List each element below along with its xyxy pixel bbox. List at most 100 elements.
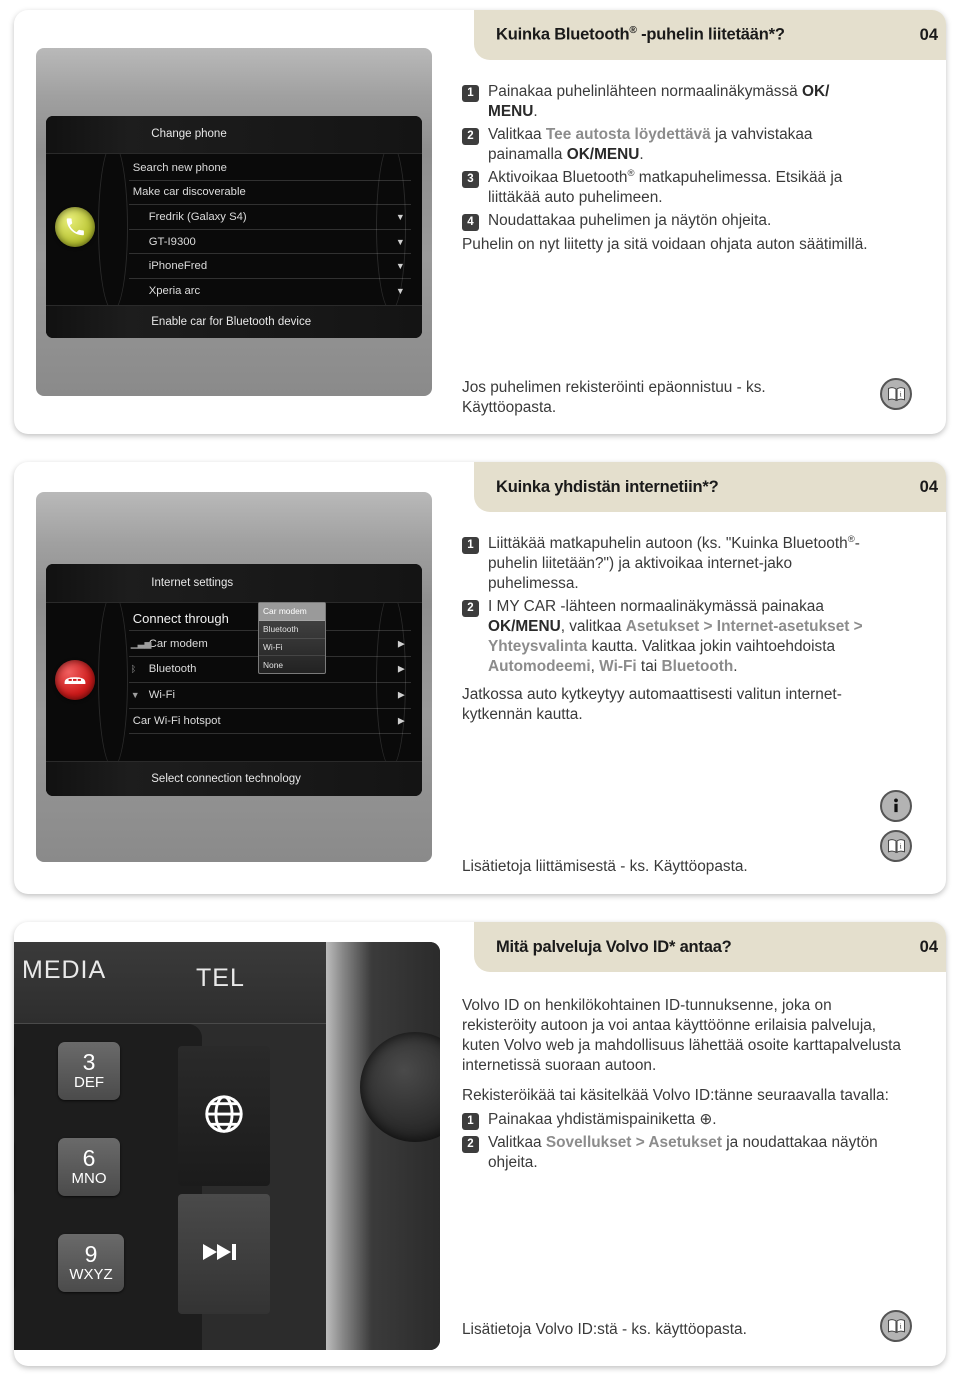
section-title: Kuinka yhdistän internetiin*?	[496, 477, 719, 496]
step-item: 1 Liittäkää matkapuhelin autoon (ks. "Ku…	[462, 534, 884, 594]
step-badge: 2	[462, 128, 479, 146]
next-track-icon	[202, 1241, 246, 1268]
key-number: 9	[84, 1240, 98, 1267]
step-item: 2 Valitkaa Sovellukset > Asetukset ja no…	[462, 1133, 902, 1173]
photo-center-console-keypad: MEDIA TEL 3 DEF 6 MNO 9 WXYZ	[14, 942, 440, 1350]
dropdown-option[interactable]: Bluetooth	[259, 621, 325, 639]
step-badge: 4	[462, 214, 479, 232]
step-item: 4 Noudattakaa puhelimen ja näytön ohjeit…	[462, 211, 882, 232]
step-text: Noudattakaa puhelimen ja näytön ohjeita.	[488, 212, 772, 230]
step-text: Valitkaa Tee autosta löydettävä ja vahvi…	[488, 126, 813, 164]
screen-row[interactable]: GT-I9300 ▼	[128, 230, 411, 255]
key-letters: MNO	[71, 1169, 107, 1187]
step-item: 3 Aktivoikaa Bluetooth® matkapuhelimessa…	[462, 168, 882, 208]
section-paragraph: Rekisteröikää tai käsitelkää Volvo ID:tä…	[462, 1087, 889, 1105]
key-number: 3	[82, 1048, 96, 1075]
bluetooth-icon: ᛒ	[130, 664, 137, 675]
screen-title-internet-settings: Internet settings	[46, 564, 422, 604]
section-header-bluetooth-phone: Kuinka Bluetooth® -puhelin liitetään*? 0…	[474, 10, 946, 60]
dropdown-option[interactable]: None	[259, 656, 325, 673]
manual-page: Kuinka Bluetooth® -puhelin liitetään*? 0…	[0, 0, 960, 1376]
book-info-icon: i	[880, 378, 912, 410]
chevron-right-icon: ▶	[397, 638, 405, 649]
step-item: 2 I MY CAR -lähteen normaalinäkymässä pa…	[462, 597, 884, 677]
section-title-rest: -puhelin liitetään*?	[636, 25, 785, 44]
globe-icon	[201, 1091, 247, 1142]
tel-button-label: TEL	[196, 964, 245, 992]
book-info-icon: i	[880, 830, 912, 862]
section-title: Kuinka Bluetooth® -puhelin liitetään*?	[496, 25, 785, 45]
chevron-down-icon: ▼	[395, 236, 405, 247]
chevron-right-icon: ▶	[397, 689, 405, 700]
step-text: Painakaa puhelinlähteen normaalinäkymäss…	[488, 83, 830, 121]
svg-text:i: i	[899, 390, 901, 398]
photo-internet-settings-screen: Internet settings Connect through ▁▃▅ Ca…	[36, 480, 440, 878]
chevron-right-icon: ▶	[397, 715, 405, 726]
svg-text:i: i	[899, 842, 901, 850]
signal-3g-icon: ▁▃▅	[130, 638, 152, 649]
chevron-down-icon: ▼	[395, 285, 405, 296]
step-badge: 1	[462, 85, 479, 102]
book-info-icon: i	[880, 1310, 912, 1342]
section-body-internet-connect: 1 Liittäkää matkapuhelin autoon (ks. "Ku…	[462, 534, 884, 735]
screen-footer-internet-settings: Select connection technology	[46, 761, 422, 796]
chevron-right-icon: ▶	[397, 663, 405, 674]
chevron-down-icon: ▼	[395, 211, 405, 222]
photo-change-phone-screen: Change phone Search new phone Make car d…	[36, 32, 440, 412]
chapter-number: 04	[919, 477, 938, 496]
screen-footer-change-phone: Enable car for Bluetooth device	[46, 304, 422, 338]
key-letters: DEF	[74, 1073, 104, 1091]
section-paragraph: Jatkossa auto kytkeytyy automaattisesti …	[462, 686, 842, 724]
keypad-key-6[interactable]: 6 MNO	[58, 1138, 120, 1196]
section-header-internet-connect: Kuinka yhdistän internetiin*? 04	[474, 462, 946, 512]
step-badge: 2	[462, 1136, 479, 1154]
screen-row[interactable]: Make car discoverable	[128, 181, 411, 206]
step-text: I MY CAR -lähteen normaalinäkymässä pain…	[488, 598, 863, 676]
step-item: 1 Painakaa yhdistämispainiketta ⊕.	[462, 1110, 902, 1131]
screen-row	[129, 734, 411, 759]
section-card-bluetooth-phone: Kuinka Bluetooth® -puhelin liitetään*? 0…	[14, 10, 946, 434]
dropdown-option[interactable]: Car modem	[259, 603, 325, 621]
footnote-internet-connect: Lisätietoja liittämisestä - ks. Käyttöop…	[462, 858, 748, 875]
screen-row[interactable]: Car Wi-Fi hotspot ▶	[128, 709, 411, 735]
connect-through-dropdown[interactable]: Car modem Bluetooth Wi-Fi None	[258, 602, 326, 674]
section-paragraph: Volvo ID on henkilökohtainen ID-tunnukse…	[462, 997, 901, 1075]
keypad-key-9[interactable]: 9 WXYZ	[58, 1234, 124, 1292]
screen-row[interactable]: Xperia arc ▼	[129, 279, 411, 303]
next-track-button[interactable]	[178, 1194, 270, 1314]
section-paragraph: Puhelin on nyt liitetty ja sitä voidaan …	[462, 236, 868, 254]
chevron-down-icon: ▼	[395, 261, 405, 272]
footnote-bluetooth-phone: Jos puhelimen rekisteröinti epäonnistuu …	[462, 379, 766, 417]
step-badge: 1	[462, 537, 479, 554]
section-card-internet-connect: Kuinka yhdistän internetiin*? 04 Interne…	[14, 462, 946, 894]
step-text: Painakaa yhdistämispainiketta ⊕.	[488, 1111, 717, 1129]
screen-row[interactable]: ▼ Wi-Fi ▶	[128, 683, 411, 709]
section-title-main: Kuinka Bluetooth	[496, 25, 630, 44]
screen-row[interactable]: Fredrik (Galaxy S4) ▼	[128, 205, 411, 230]
footnote-volvo-id: Lisätietoja Volvo ID:stä - ks. käyttöopa…	[462, 1321, 747, 1338]
globe-connect-button[interactable]	[178, 1046, 270, 1186]
key-letters: WXYZ	[69, 1265, 113, 1283]
step-item: 2 Valitkaa Tee autosta löydettävä ja vah…	[462, 125, 882, 165]
phone-handset-icon	[55, 207, 96, 247]
step-badge: 2	[462, 600, 479, 618]
screen-title-change-phone: Change phone	[46, 116, 422, 154]
chapter-number: 04	[919, 25, 938, 44]
keypad-key-3[interactable]: 3 DEF	[58, 1042, 120, 1100]
screen-row[interactable]: iPhoneFred ▼	[128, 254, 411, 279]
step-badge: 1	[462, 1113, 479, 1131]
step-text: Liittäkää matkapuhelin autoon (ks. "Kuin…	[488, 534, 860, 593]
step-badge: 3	[462, 171, 479, 189]
dropdown-option[interactable]: Wi-Fi	[259, 639, 325, 657]
svg-text:i: i	[899, 1322, 901, 1330]
chapter-number: 04	[919, 937, 938, 956]
section-title: Mitä palveluja Volvo ID* antaa?	[496, 937, 732, 956]
step-item: 1 Painakaa puhelinlähteen normaalinäkymä…	[462, 82, 882, 122]
section-body-volvo-id: Volvo ID on henkilökohtainen ID-tunnukse…	[462, 996, 902, 1176]
registered-mark: ®	[629, 25, 637, 37]
car-icon	[55, 660, 96, 700]
info-circle-icon	[880, 790, 912, 822]
step-text: Aktivoikaa Bluetooth® matkapuhelimessa. …	[488, 168, 843, 207]
step-text: Valitkaa Sovellukset > Asetukset ja noud…	[488, 1134, 878, 1172]
screen-row[interactable]: Search new phone	[128, 156, 411, 181]
